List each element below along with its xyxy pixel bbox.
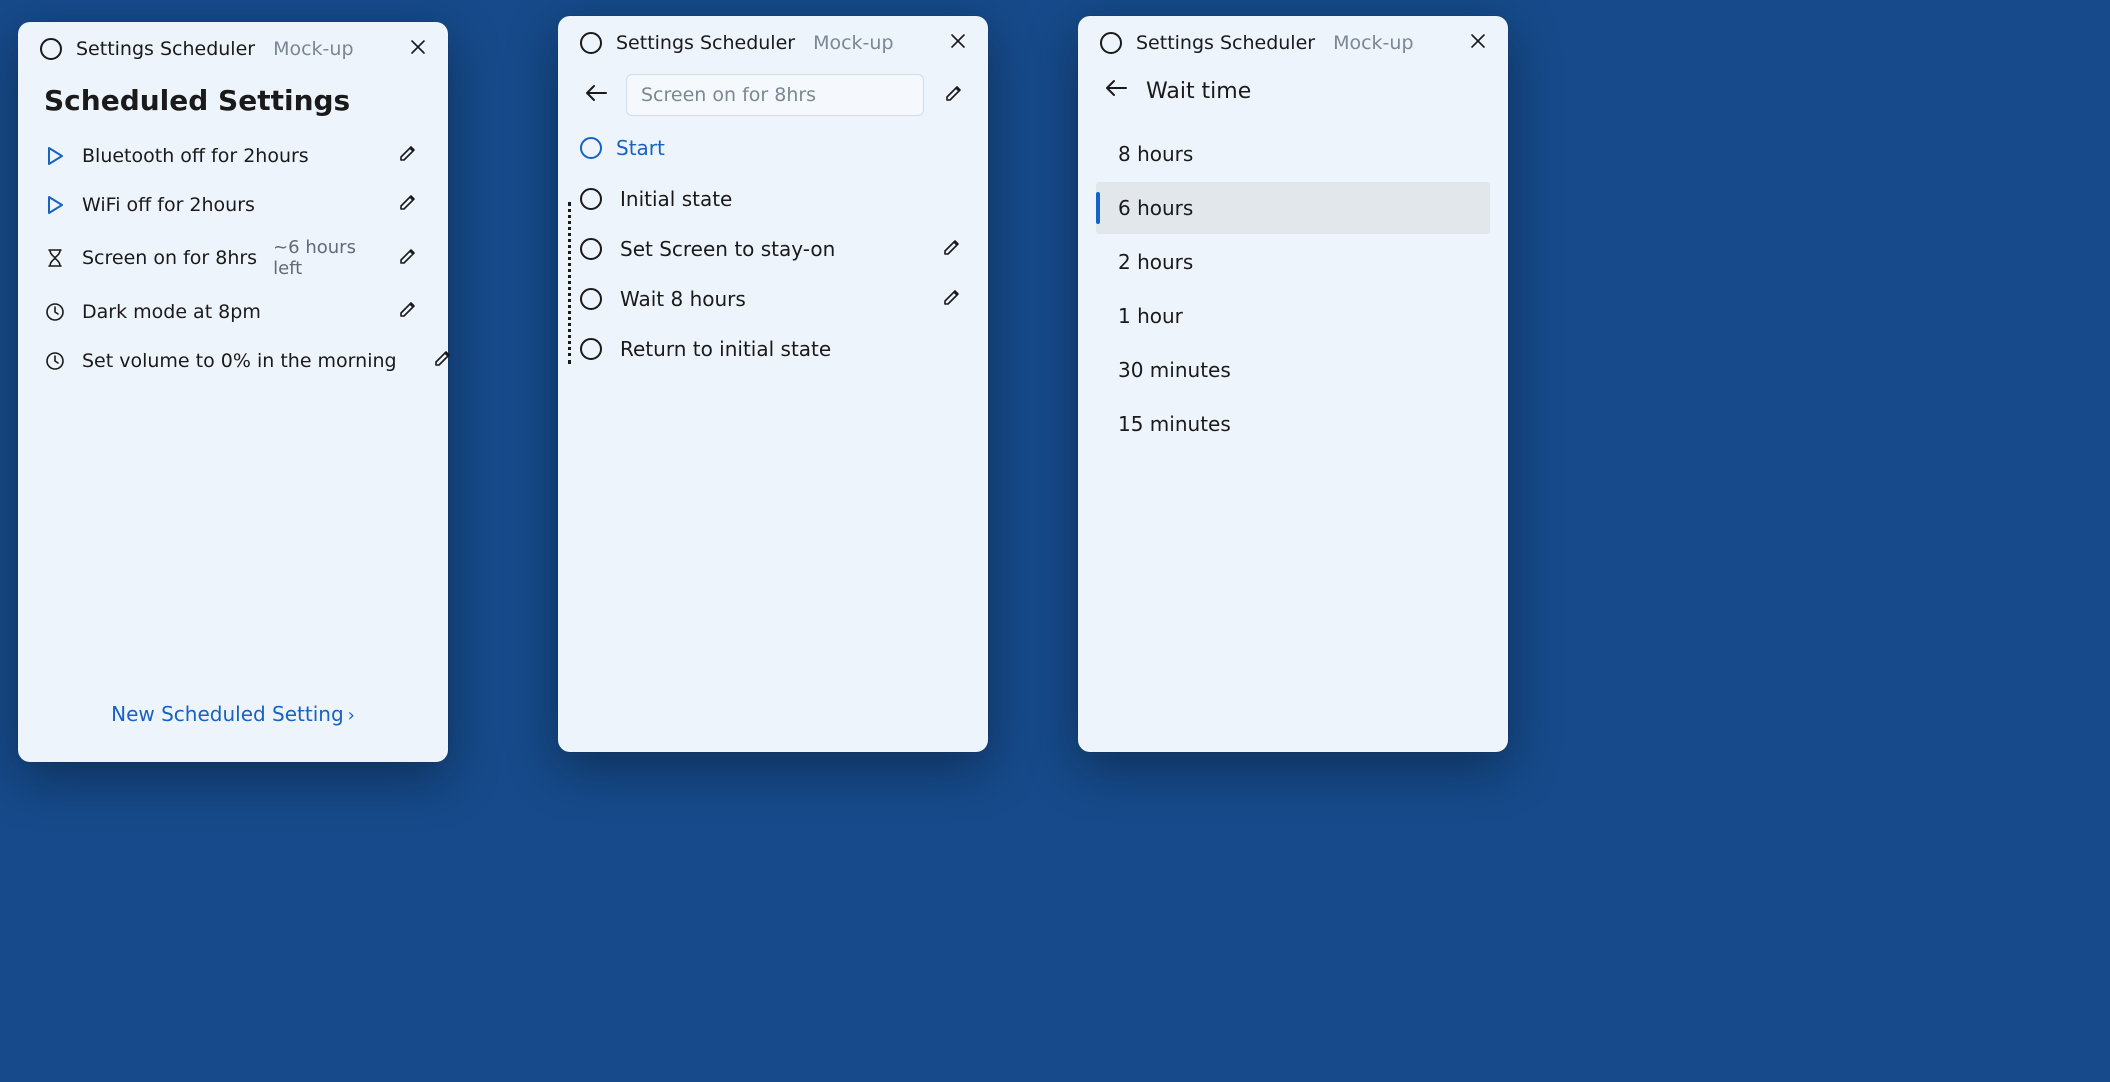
option-label: 1 hour <box>1118 304 1183 328</box>
app-icon <box>40 38 62 60</box>
play-icon <box>44 195 66 215</box>
flow-step-label: Set Screen to stay-on <box>620 237 920 261</box>
circle-icon <box>580 238 602 260</box>
circle-icon <box>580 188 602 210</box>
page-title: Wait time <box>1146 79 1251 104</box>
circle-icon <box>580 338 602 360</box>
schedule-item-label: Set volume to 0% in the morning <box>82 350 397 372</box>
arrow-left-icon <box>1104 78 1128 98</box>
window-scheduled-settings: Settings Scheduler Mock-up Scheduled Set… <box>18 22 448 762</box>
app-tag: Mock-up <box>1333 32 1413 54</box>
hourglass-icon <box>44 248 66 268</box>
schedule-item-label: Bluetooth off for 2hours <box>82 145 309 167</box>
schedule-item-label: Screen on for 8hrs <box>82 247 257 269</box>
subheader: Screen on for 8hrs <box>558 70 988 126</box>
circle-icon <box>580 137 602 159</box>
app-icon <box>580 32 602 54</box>
close-button[interactable] <box>944 26 972 60</box>
schedule-name-value: Screen on for 8hrs <box>641 84 816 106</box>
app-title: Settings Scheduler <box>76 38 255 60</box>
edit-button[interactable] <box>394 242 422 275</box>
flow-step: Wait 8 hours <box>580 274 966 324</box>
flow-step-label: Initial state <box>620 187 966 211</box>
edit-step-button[interactable] <box>938 233 966 266</box>
app-title: Settings Scheduler <box>1136 32 1315 54</box>
flow-step: Initial state <box>580 174 966 224</box>
close-icon <box>1470 33 1486 49</box>
content-area: Scheduled Settings Bluetooth off for 2ho… <box>18 76 448 762</box>
arrow-left-icon <box>584 83 608 103</box>
pencil-icon <box>398 143 418 163</box>
option-label: 15 minutes <box>1118 412 1231 436</box>
pencil-icon <box>942 237 962 257</box>
flow-steps: Initial state Set Screen to stay-on Wait… <box>558 168 988 380</box>
edit-name-button[interactable] <box>938 77 970 113</box>
schedule-name-input[interactable]: Screen on for 8hrs <box>626 74 924 116</box>
flow-step-label: Wait 8 hours <box>620 287 920 311</box>
pencil-icon <box>433 348 453 368</box>
pencil-icon <box>398 192 418 212</box>
option-label: 6 hours <box>1118 196 1193 220</box>
circle-icon <box>580 288 602 310</box>
option-label: 8 hours <box>1118 142 1193 166</box>
wait-option[interactable]: 30 minutes <box>1096 344 1490 396</box>
new-scheduled-setting-link[interactable]: New Scheduled Setting› <box>40 688 426 746</box>
edit-button[interactable] <box>429 344 457 377</box>
schedule-item: Bluetooth off for 2hours <box>40 131 426 180</box>
app-title: Settings Scheduler <box>616 32 795 54</box>
close-button[interactable] <box>1464 26 1492 60</box>
pencil-icon <box>398 246 418 266</box>
pencil-icon <box>398 299 418 319</box>
edit-step-button[interactable] <box>938 283 966 316</box>
wait-option[interactable]: 1 hour <box>1096 290 1490 342</box>
page-title: Scheduled Settings <box>44 84 422 117</box>
option-label: 30 minutes <box>1118 358 1231 382</box>
flow-step-label: Return to initial state <box>620 337 966 361</box>
flow-step: Set Screen to stay-on <box>580 224 966 274</box>
pencil-icon <box>944 83 964 103</box>
close-button[interactable] <box>404 32 432 66</box>
start-step[interactable]: Start <box>558 126 988 168</box>
wait-option[interactable]: 15 minutes <box>1096 398 1490 450</box>
play-icon <box>44 146 66 166</box>
schedule-item: Screen on for 8hrs ~6 hours left <box>40 229 426 287</box>
window-wait-time: Settings Scheduler Mock-up Wait time 8 h… <box>1078 16 1508 752</box>
schedule-item-meta: ~6 hours left <box>273 237 362 279</box>
edit-button[interactable] <box>394 295 422 328</box>
wait-option[interactable]: 2 hours <box>1096 236 1490 288</box>
flow-step: Return to initial state <box>580 324 966 374</box>
pencil-icon <box>942 287 962 307</box>
clock-icon <box>44 351 66 371</box>
flow-connector <box>568 202 571 364</box>
options-list: 8 hours 6 hours 2 hours 1 hour 30 minute… <box>1078 118 1508 460</box>
schedule-item: WiFi off for 2hours <box>40 180 426 229</box>
schedule-item-label: WiFi off for 2hours <box>82 194 255 216</box>
schedule-item-label: Dark mode at 8pm <box>82 301 261 323</box>
schedule-item: Set volume to 0% in the morning <box>40 336 426 385</box>
close-icon <box>410 39 426 55</box>
clock-icon <box>44 302 66 322</box>
new-link-label: New Scheduled Setting <box>111 702 344 726</box>
start-label: Start <box>616 136 665 160</box>
edit-button[interactable] <box>394 139 422 172</box>
back-button[interactable] <box>1100 74 1132 108</box>
chevron-right-icon: › <box>348 705 355 726</box>
schedule-item: Dark mode at 8pm <box>40 287 426 336</box>
titlebar: Settings Scheduler Mock-up <box>1078 16 1508 70</box>
app-tag: Mock-up <box>273 38 353 60</box>
wait-option[interactable]: 8 hours <box>1096 128 1490 180</box>
back-button[interactable] <box>580 79 612 111</box>
close-icon <box>950 33 966 49</box>
wait-option[interactable]: 6 hours <box>1096 182 1490 234</box>
option-label: 2 hours <box>1118 250 1193 274</box>
app-tag: Mock-up <box>813 32 893 54</box>
app-icon <box>1100 32 1122 54</box>
edit-button[interactable] <box>394 188 422 221</box>
window-flow-editor: Settings Scheduler Mock-up Screen on for… <box>558 16 988 752</box>
titlebar: Settings Scheduler Mock-up <box>558 16 988 70</box>
subheader: Wait time <box>1078 70 1508 118</box>
titlebar: Settings Scheduler Mock-up <box>18 22 448 76</box>
